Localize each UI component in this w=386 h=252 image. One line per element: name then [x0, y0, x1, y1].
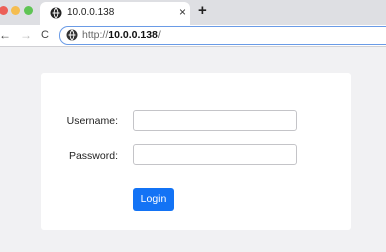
tab-title: 10.0.0.138 — [67, 7, 115, 18]
login-button[interactable]: Login — [133, 188, 174, 211]
password-label: Password: — [68, 150, 118, 162]
password-input[interactable] — [133, 144, 297, 165]
site-info-icon[interactable] — [66, 29, 78, 41]
back-arrow-icon[interactable]: ← — [0, 28, 11, 42]
window-close-button[interactable] — [0, 6, 8, 15]
forward-arrow-icon[interactable]: → — [20, 28, 32, 42]
url-scheme: http:// — [82, 29, 109, 41]
window-minimize-button[interactable] — [11, 6, 20, 15]
username-label: Username: — [66, 115, 118, 127]
url-host: 10.0.0.138 — [108, 29, 158, 41]
username-input[interactable] — [133, 110, 297, 131]
new-tab-button[interactable]: + — [198, 3, 207, 19]
browser-tab[interactable]: 10.0.0.138 × — [40, 2, 190, 25]
browser-tab-strip: 10.0.0.138 × + — [0, 0, 386, 25]
address-bar[interactable]: http://10.0.0.138/ — [59, 26, 386, 45]
url-path: / — [157, 29, 161, 41]
browser-toolbar: ← → C http://10.0.0.138/ — [0, 25, 386, 47]
close-tab-icon[interactable]: × — [179, 6, 186, 18]
login-card: Username: Password: Login — [41, 73, 351, 230]
globe-icon — [50, 7, 62, 19]
window-maximize-button[interactable] — [24, 6, 33, 15]
reload-icon[interactable]: C — [41, 28, 49, 42]
address-url: http://10.0.0.138/ — [82, 29, 161, 42]
